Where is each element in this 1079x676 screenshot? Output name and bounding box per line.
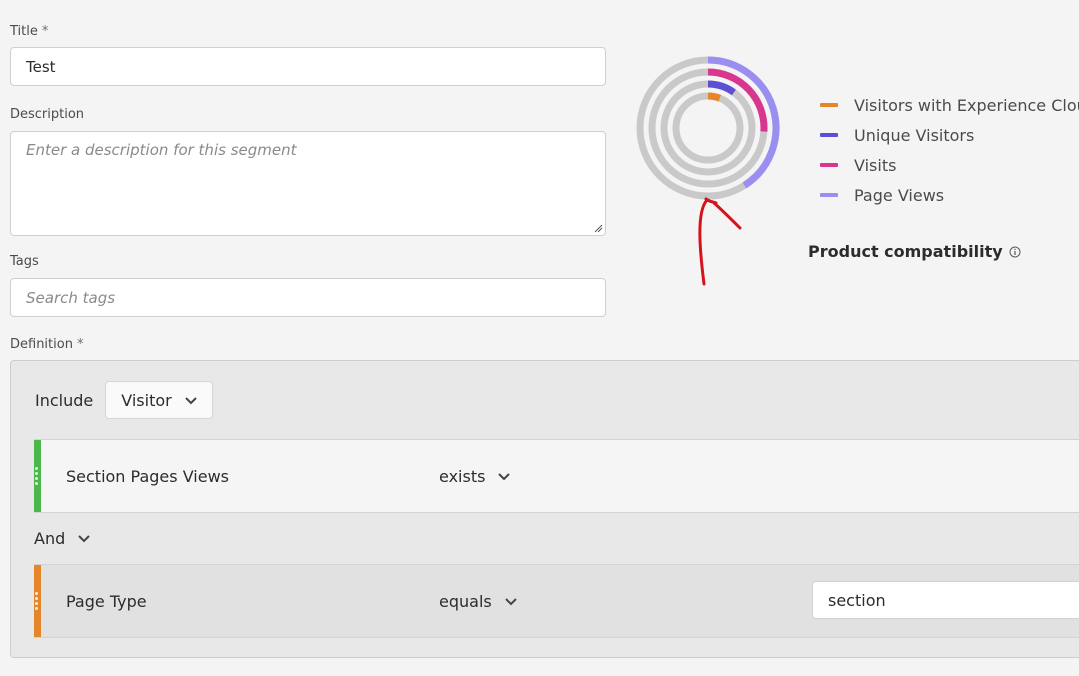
legend-swatch	[820, 103, 838, 107]
ring-track	[672, 92, 744, 164]
legend-swatch	[820, 163, 838, 167]
required-mark: *	[76, 337, 84, 352]
ring-arc	[707, 92, 722, 102]
tags-label: Tags	[10, 254, 39, 269]
rule-dimension[interactable]: Page Type	[66, 592, 147, 611]
operator-dropdown[interactable]: equals	[439, 592, 518, 611]
description-textarea[interactable]: Enter a description for this segment	[10, 131, 606, 236]
definition-container: Include Visitor Section Pages Views exis…	[10, 360, 1079, 658]
tags-search-input[interactable]: Search tags	[10, 278, 606, 317]
legend-label: Visits	[854, 155, 897, 175]
title-label: Title *	[10, 24, 48, 39]
operator-value: equals	[439, 591, 492, 611]
product-compatibility: Product compatibility	[808, 242, 1021, 261]
definition-label: Definition *	[10, 337, 83, 352]
resize-handle-icon[interactable]	[593, 223, 603, 233]
legend-label: Unique Visitors	[854, 125, 975, 145]
audience-radial-chart	[636, 56, 780, 286]
title-label-text: Title	[10, 24, 38, 39]
scope-value: Visitor	[121, 390, 172, 410]
red-arrow-annotation	[698, 197, 742, 286]
rule-value-input[interactable]: section	[812, 581, 1079, 619]
rule-color-bar[interactable]	[34, 565, 41, 637]
ring-arc	[707, 80, 736, 96]
legend-swatch	[820, 133, 838, 137]
chart-legend: Visitors with Experience Cloud I Unique …	[820, 90, 1079, 210]
legend-item: Visitors with Experience Cloud I	[820, 90, 1079, 120]
chevron-down-icon	[498, 472, 511, 480]
rule-color-bar[interactable]	[34, 440, 41, 512]
rule-value: section	[828, 590, 886, 610]
include-label: Include	[35, 390, 94, 410]
scope-dropdown[interactable]: Visitor	[105, 381, 213, 419]
description-label: Description	[10, 107, 85, 122]
drag-handle-icon[interactable]	[35, 590, 39, 612]
legend-item: Visits	[820, 150, 1079, 180]
legend-label: Page Views	[854, 185, 945, 205]
conjunction-value: And	[34, 529, 66, 548]
required-mark: *	[41, 24, 49, 39]
info-icon[interactable]	[1009, 246, 1021, 258]
rule-row[interactable]: Section Pages Views exists	[34, 439, 1079, 513]
chevron-down-icon	[505, 597, 517, 605]
legend-item: Unique Visitors	[820, 120, 1079, 150]
operator-value: exists	[439, 466, 486, 486]
drag-handle-icon[interactable]	[35, 465, 39, 487]
legend-label: Visitors with Experience Cloud I	[854, 95, 1079, 115]
legend-item: Page Views	[820, 180, 1079, 210]
radial-rings	[636, 56, 780, 200]
tags-placeholder: Search tags	[26, 288, 116, 307]
definition-label-text: Definition	[10, 337, 73, 352]
include-row: Include Visitor	[35, 381, 213, 419]
operator-dropdown[interactable]: exists	[439, 467, 511, 486]
chevron-down-icon	[185, 396, 197, 404]
title-value: Test	[26, 57, 56, 76]
legend-swatch	[820, 193, 838, 197]
description-placeholder: Enter a description for this segment	[26, 141, 297, 159]
rule-dimension[interactable]: Section Pages Views	[66, 467, 229, 486]
conjunction-dropdown[interactable]: And	[34, 529, 91, 548]
product-compatibility-label: Product compatibility	[808, 242, 1003, 261]
rule-row[interactable]: Page Type equals section	[34, 564, 1079, 638]
chevron-down-icon	[78, 535, 90, 543]
title-input[interactable]: Test	[10, 47, 606, 86]
